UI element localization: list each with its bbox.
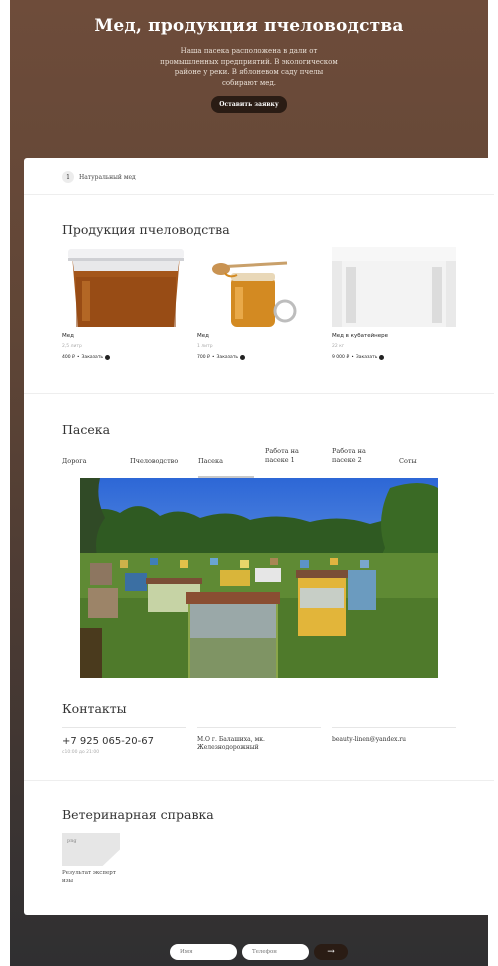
contact-phone: +7 925 065-20-67 с10:00 до 21:00 — [62, 736, 154, 755]
tab-work-2[interactable]: Работа на пасеке 2 — [332, 447, 384, 465]
tab-apiary[interactable]: Пасека — [198, 457, 223, 466]
honey-jar-icon — [197, 247, 321, 327]
product-image-honey-container[interactable] — [332, 247, 456, 327]
product-buy-row: 700 ₽ • Заказать — [197, 355, 321, 360]
order-link[interactable]: Заказать — [82, 355, 104, 360]
divider — [24, 780, 494, 781]
apiary-photo[interactable] — [80, 478, 438, 678]
products-title: Продукция пчеловодства — [62, 222, 230, 237]
phone-input[interactable] — [242, 944, 309, 960]
arrow-circle-icon[interactable] — [105, 355, 111, 360]
product-qty: 1 литр — [197, 344, 213, 349]
price-separator: • — [211, 355, 215, 360]
price-separator: • — [351, 355, 354, 360]
divider — [24, 393, 494, 394]
page-frame-left — [0, 0, 10, 966]
product-name: Мед в кубатейнере — [332, 333, 389, 339]
leave-request-button[interactable]: Оставить заявку — [211, 96, 287, 113]
contact-divider — [197, 727, 321, 728]
contact-email: beauty-linen@yandex.ru — [332, 736, 406, 743]
order-link[interactable]: Заказать — [217, 355, 239, 360]
apiary-image-icon — [80, 478, 438, 678]
hero-title: Мед, продукция пчеловодства — [94, 16, 404, 36]
product-image-honey-jar[interactable] — [197, 247, 321, 327]
name-input[interactable] — [170, 944, 237, 960]
divider — [24, 194, 494, 195]
tab-beekeeping[interactable]: Пчеловодство — [130, 457, 178, 466]
breadcrumb-label[interactable]: Натуральный мед — [79, 174, 136, 181]
content-card: 1 Натуральный мед Продукция пчеловодства… — [24, 158, 494, 915]
arrow-circle-icon[interactable] — [240, 355, 246, 360]
container-icon — [332, 247, 456, 327]
product-price: 700 ₽ — [197, 355, 210, 360]
arrow-right-icon: → — [327, 947, 335, 957]
breadcrumb: 1 Натуральный мед — [62, 171, 136, 183]
product-qty: 22 кг — [332, 344, 345, 349]
product-name: Мед — [197, 333, 209, 339]
product-price: 400 ₽ — [62, 355, 75, 360]
gallery-tabs: Дорога Пчеловодство Пасека Работа на пас… — [62, 445, 462, 479]
product-card[interactable]: Мед 1 литр 700 ₽ • Заказать — [197, 247, 321, 360]
product-name: Мед — [62, 333, 74, 339]
tab-honeycomb[interactable]: Соты — [399, 457, 417, 466]
phone-number[interactable]: +7 925 065-20-67 — [62, 736, 154, 747]
contact-address: М.О г. Балашиха, мк. Железнодорожный — [197, 736, 307, 752]
product-qty: 2,5 литр — [62, 344, 82, 349]
apiary-title: Пасека — [62, 422, 111, 437]
price-separator: • — [76, 355, 80, 360]
product-card[interactable]: Мед 2,5 литр 400 ₽ • Заказать — [62, 247, 186, 360]
product-price: 9 000 ₽ — [332, 355, 350, 360]
product-buy-row: 9 000 ₽ • Заказать — [332, 355, 456, 360]
vet-certificate-title: Ветеринарная справка — [62, 807, 214, 822]
send-button[interactable]: → — [314, 944, 348, 960]
arrow-circle-icon[interactable] — [379, 355, 385, 360]
address-text: М.О г. Балашиха, мк. Железнодорожный — [197, 736, 265, 751]
certificate-file-thumbnail[interactable]: png — [62, 833, 120, 866]
order-link[interactable]: Заказать — [356, 355, 378, 360]
hero-description: Наша пасека расположена в дали от промыш… — [160, 47, 338, 87]
hero: Мед, продукция пчеловодства Наша пасека … — [10, 0, 488, 160]
contact-divider — [332, 727, 456, 728]
honey-bucket-icon — [62, 247, 186, 327]
breadcrumb-number: 1 — [62, 171, 74, 183]
tab-road[interactable]: Дорога — [62, 457, 87, 466]
tab-work-1[interactable]: Работа на пасеке 1 — [265, 447, 317, 465]
contacts-title: Контакты — [62, 701, 127, 716]
working-hours: с10:00 до 21:00 — [62, 750, 100, 755]
product-image-honey-bucket[interactable] — [62, 247, 186, 327]
email-link[interactable]: beauty-linen@yandex.ru — [332, 736, 406, 743]
file-extension: png — [67, 838, 77, 844]
certificate-file-name[interactable]: Результат эксперт изы — [62, 870, 126, 885]
product-card[interactable]: Мед в кубатейнере 22 кг 9 000 ₽ • Заказа… — [332, 247, 456, 360]
product-buy-row: 400 ₽ • Заказать — [62, 355, 186, 360]
callback-form: → — [170, 944, 348, 960]
contact-divider — [62, 727, 186, 728]
